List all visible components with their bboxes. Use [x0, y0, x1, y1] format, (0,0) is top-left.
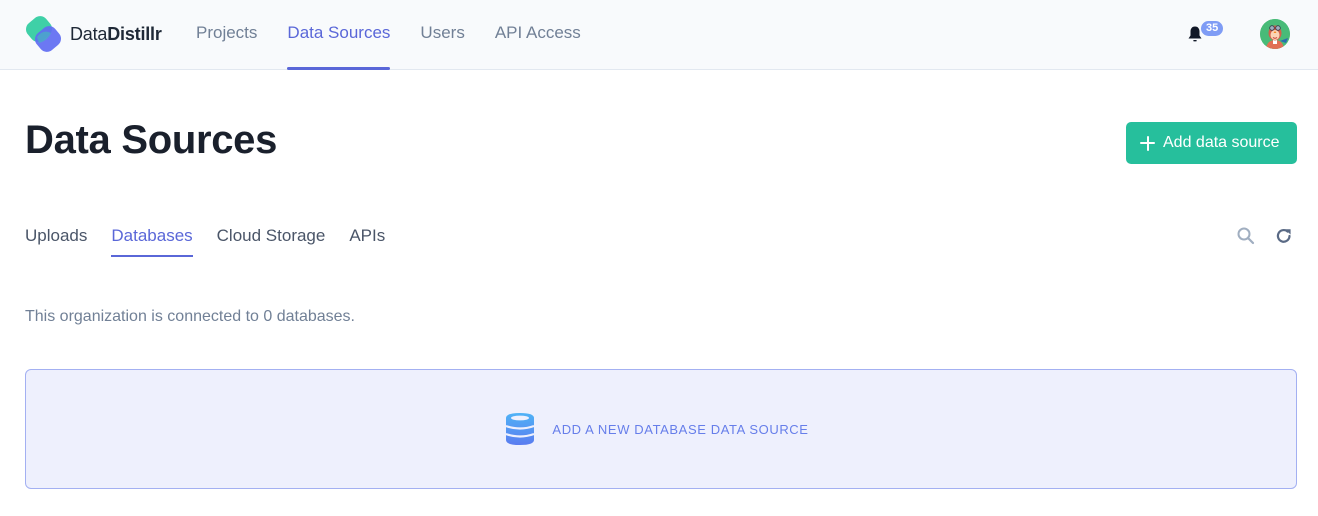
database-icon — [506, 413, 535, 445]
tab-uploads[interactable]: Uploads — [25, 214, 87, 257]
refresh-icon[interactable] — [1274, 226, 1294, 246]
avatar-illustration-icon — [1260, 19, 1290, 49]
page-title: Data Sources — [25, 118, 278, 162]
source-type-tabs: Uploads Databases Cloud Storage APIs — [25, 214, 409, 258]
main-nav: Projects Data Sources Users API Access — [196, 0, 611, 70]
notification-count-badge: 35 — [1201, 21, 1224, 36]
nav-item-api-access[interactable]: API Access — [495, 0, 581, 70]
tab-cloud-storage[interactable]: Cloud Storage — [217, 214, 326, 257]
connection-count-text: This organization is connected to 0 data… — [25, 308, 355, 325]
nav-item-users[interactable]: Users — [420, 0, 464, 70]
user-avatar[interactable] — [1260, 19, 1290, 49]
plus-icon — [1140, 135, 1155, 151]
app-logo[interactable]: DataDistillr — [25, 16, 162, 52]
search-icon[interactable] — [1236, 226, 1256, 246]
nav-item-projects[interactable]: Projects — [196, 0, 257, 70]
add-data-source-button[interactable]: Add data source — [1126, 122, 1297, 164]
logo-icon — [26, 16, 61, 52]
add-data-source-label: Add data source — [1163, 134, 1280, 151]
add-database-data-source-card[interactable]: ADD A NEW DATABASE DATA SOURCE — [25, 369, 1297, 489]
add-database-label: ADD A NEW DATABASE DATA SOURCE — [552, 421, 809, 437]
tab-apis[interactable]: APIs — [349, 214, 385, 257]
top-navigation-bar: DataDistillr Projects Data Sources Users… — [0, 0, 1318, 70]
brand-name-bold: Distillr — [107, 23, 162, 44]
nav-item-data-sources[interactable]: Data Sources — [287, 0, 391, 70]
brand-name-light: Data — [70, 23, 108, 44]
tab-databases[interactable]: Databases — [111, 214, 193, 257]
brand-name: DataDistillr — [70, 24, 162, 45]
